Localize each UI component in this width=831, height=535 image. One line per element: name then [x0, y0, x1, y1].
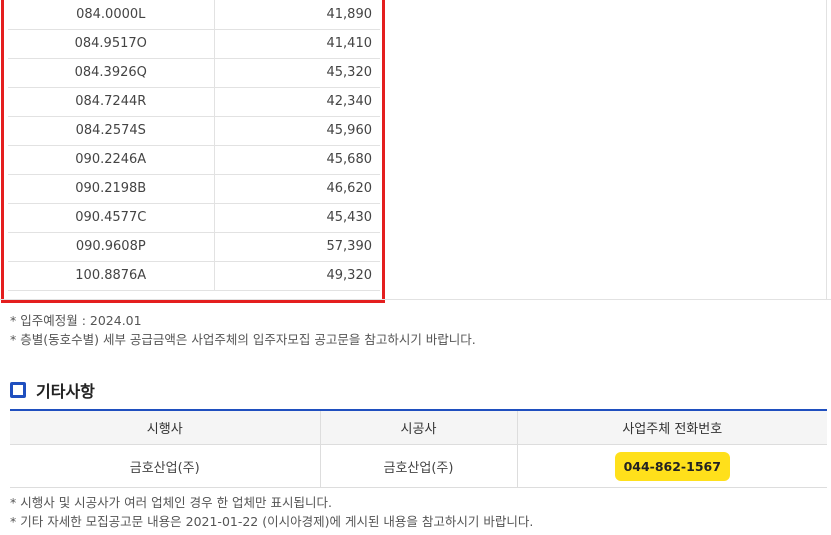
- housing-type-cell: 084.7244R: [8, 87, 215, 117]
- supply-amount-cell: 57,390: [214, 232, 380, 262]
- header-builder: 시공사: [320, 410, 518, 445]
- section-heading: 기타사항: [10, 378, 95, 402]
- company-display-note: * 시행사 및 시공사가 여러 업체인 경우 한 업체만 표시됩니다.: [10, 495, 332, 510]
- table-bottom-divider: [0, 299, 831, 300]
- housing-type-cell: 090.4577C: [8, 203, 215, 233]
- announcement-note: * 기타 자세한 모집공고문 내용은 2021-01-22 (이시아경제)에 게…: [10, 514, 534, 529]
- builder-cell: 금호산업(주): [320, 444, 518, 488]
- table-row: 084.2574S 45,960: [8, 116, 380, 146]
- housing-type-cell: 084.3926Q: [8, 58, 215, 88]
- supply-amount-cell: 45,960: [214, 116, 380, 146]
- header-phone: 사업주체 전화번호: [517, 410, 827, 445]
- supply-amount-cell: 49,320: [214, 261, 380, 291]
- table-row: 090.2198B 46,620: [8, 174, 380, 204]
- supply-notes: * 입주예정월 : 2024.01 * 층별(동호수별) 세부 공급금액은 사업…: [10, 311, 476, 349]
- supply-amount-cell: 41,890: [214, 0, 380, 30]
- square-bullet-icon: [10, 382, 26, 398]
- price-detail-note: * 층별(동호수별) 세부 공급금액은 사업주체의 입주자모집 공고문을 참고하…: [10, 332, 476, 347]
- table-right-border: [826, 0, 827, 300]
- housing-type-cell: 090.2198B: [8, 174, 215, 204]
- housing-type-cell: 090.9608P: [8, 232, 215, 262]
- housing-type-cell: 084.9517O: [8, 29, 215, 59]
- supply-amount-cell: 45,320: [214, 58, 380, 88]
- table-row: 금호산업(주) 금호산업(주) 044-862-1567: [10, 444, 827, 488]
- etc-info-table: 시행사 시공사 사업주체 전화번호 금호산업(주) 금호산업(주) 044-86…: [10, 409, 827, 488]
- move-in-note: * 입주예정월 : 2024.01: [10, 313, 142, 328]
- housing-type-cell: 090.2246A: [8, 145, 215, 175]
- table-row: 100.8876A 49,320: [8, 261, 380, 291]
- supply-price-section: 084.0000L 41,890 084.9517O 41,410 084.39…: [0, 0, 831, 303]
- housing-type-cell: 100.8876A: [8, 261, 215, 291]
- header-developer: 시행사: [10, 410, 321, 445]
- developer-cell: 금호산업(주): [10, 444, 321, 488]
- phone-cell: 044-862-1567: [517, 444, 827, 488]
- table-row: 084.0000L 41,890: [8, 0, 380, 30]
- supply-amount-cell: 45,680: [214, 145, 380, 175]
- supply-amount-cell: 45,430: [214, 203, 380, 233]
- etc-notes: * 시행사 및 시공사가 여러 업체인 경우 한 업체만 표시됩니다. * 기타…: [10, 493, 533, 531]
- supply-amount-cell: 41,410: [214, 29, 380, 59]
- section-title: 기타사항: [36, 382, 95, 401]
- phone-number-badge[interactable]: 044-862-1567: [614, 451, 730, 481]
- table-header-row: 시행사 시공사 사업주체 전화번호: [10, 410, 827, 445]
- table-row: 090.9608P 57,390: [8, 232, 380, 262]
- supply-amount-cell: 42,340: [214, 87, 380, 117]
- table-row: 090.2246A 45,680: [8, 145, 380, 175]
- table-row: 084.7244R 42,340: [8, 87, 380, 117]
- housing-type-cell: 084.0000L: [8, 0, 215, 30]
- table-row: 090.4577C 45,430: [8, 203, 380, 233]
- table-row: 084.3926Q 45,320: [8, 58, 380, 88]
- housing-type-cell: 084.2574S: [8, 116, 215, 146]
- table-row: 084.9517O 41,410: [8, 29, 380, 59]
- supply-price-table: 084.0000L 41,890 084.9517O 41,410 084.39…: [8, 0, 380, 291]
- supply-amount-cell: 46,620: [214, 174, 380, 204]
